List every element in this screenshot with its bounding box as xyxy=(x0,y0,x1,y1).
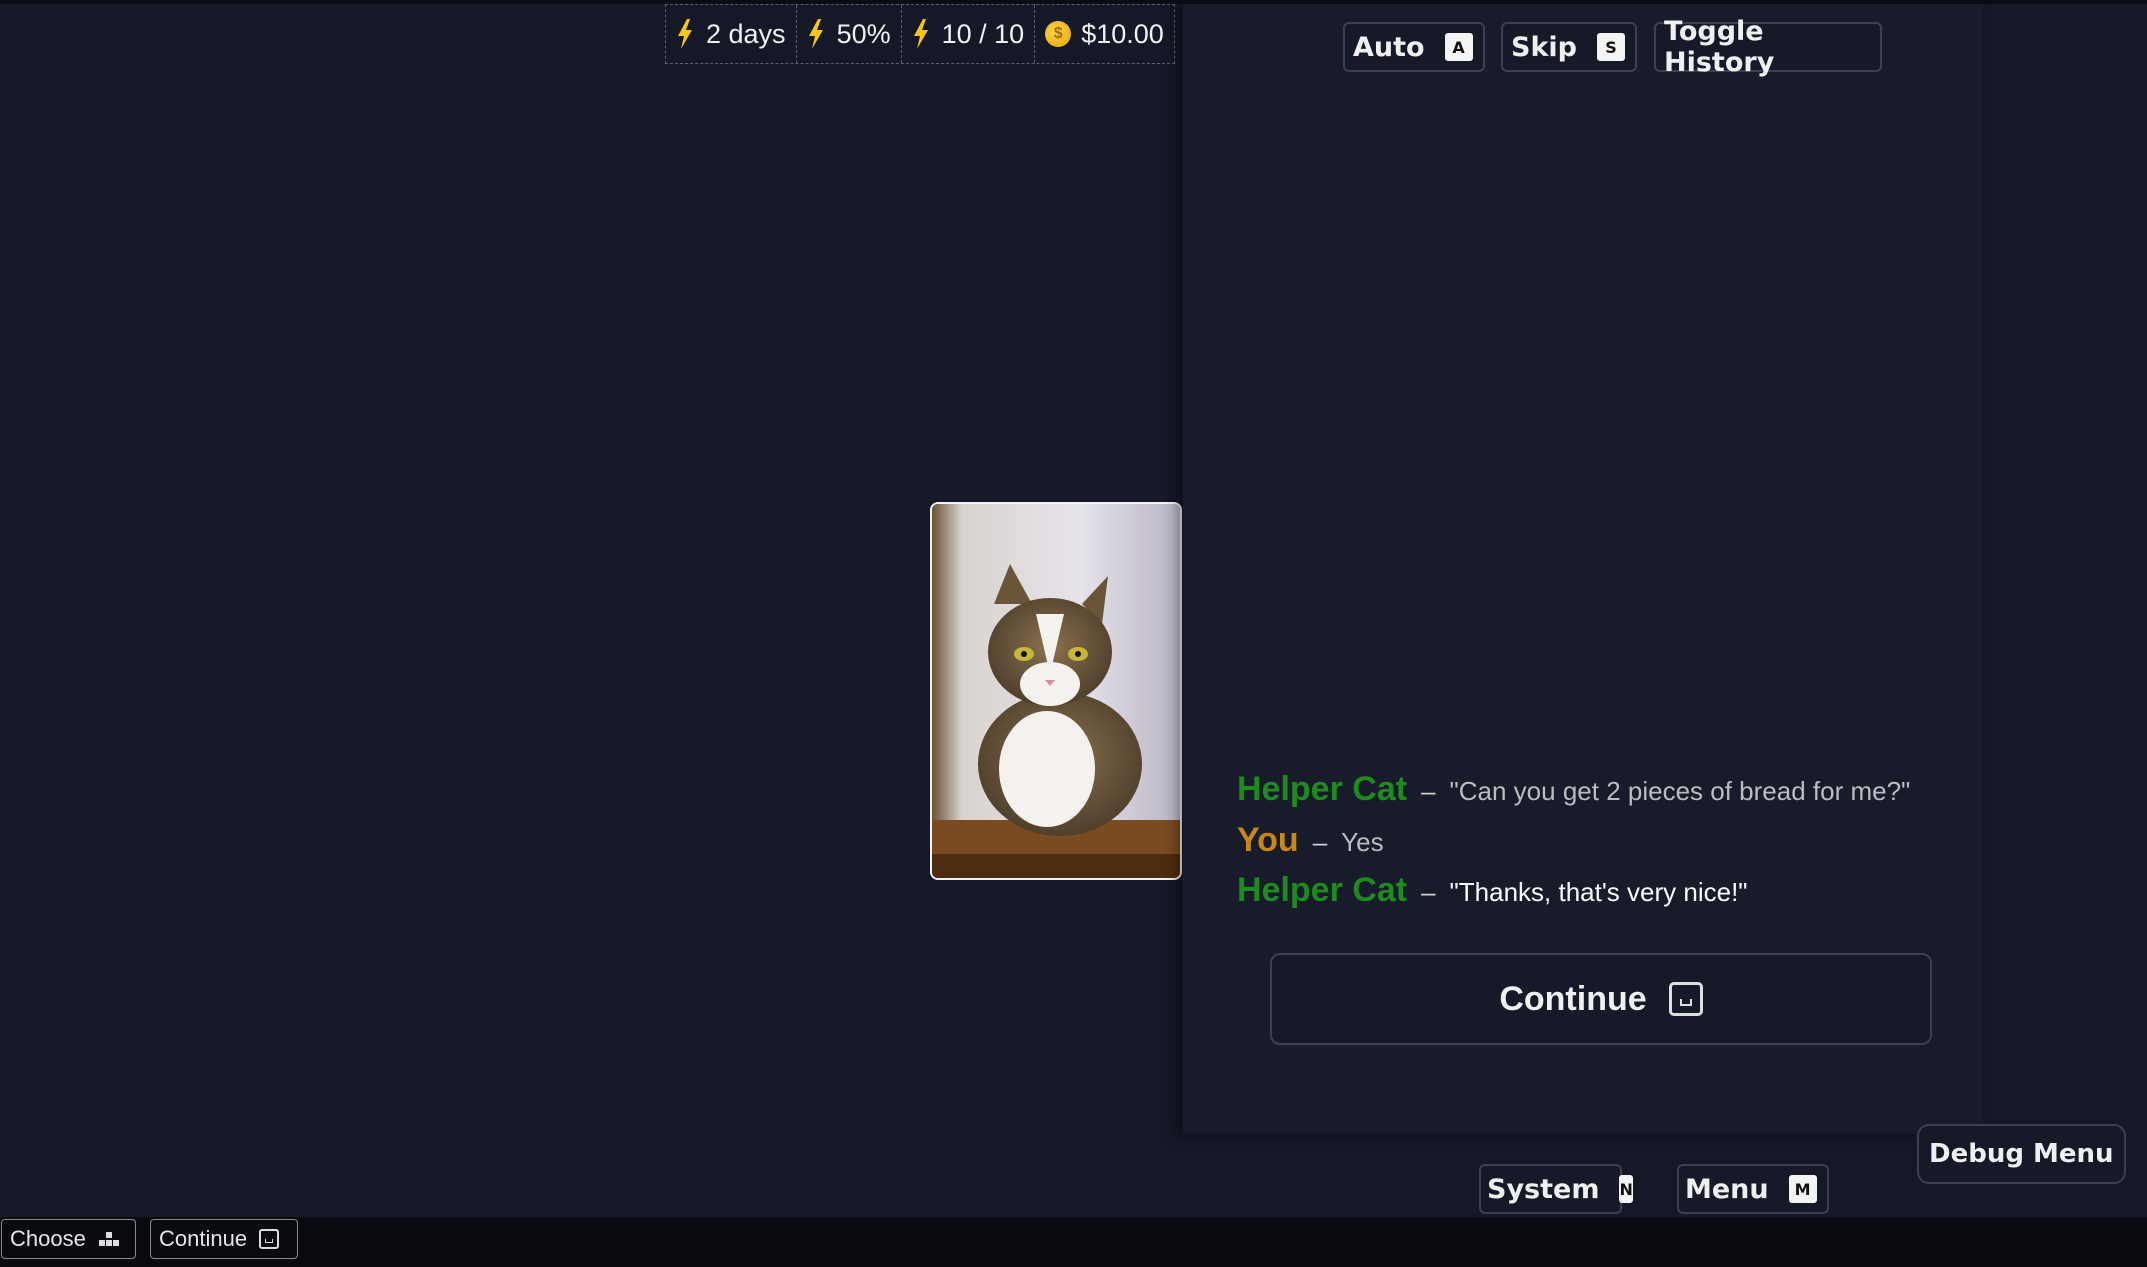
toggle-history-button[interactable]: Toggle History xyxy=(1654,16,1882,78)
stat-energy: 10 / 10 xyxy=(902,5,1036,63)
system-label: System xyxy=(1487,1173,1600,1205)
choose-hint-label: Choose xyxy=(10,1226,86,1251)
cat-icon xyxy=(932,504,1180,878)
skip-label: Skip xyxy=(1511,31,1577,63)
separator: – xyxy=(1312,827,1328,857)
game-stage: 2 days 50% 10 / 10 $ $10.00 Auto A Skip … xyxy=(0,0,2147,1267)
menu-label: Menu xyxy=(1685,1173,1769,1205)
bolt-icon xyxy=(913,19,928,49)
separator: – xyxy=(1421,877,1436,907)
continue-label: Continue xyxy=(1499,979,1647,1018)
menu-button[interactable]: Menu M xyxy=(1677,1164,1829,1214)
choose-hint[interactable]: Choose xyxy=(1,1219,136,1259)
system-key-hint: N xyxy=(1619,1175,1633,1203)
auto-button[interactable]: Auto A xyxy=(1343,22,1485,72)
coin-icon: $ xyxy=(1045,21,1072,47)
debug-menu-label: Debug Menu xyxy=(1929,1139,2114,1169)
hint-bar: Choose Continue xyxy=(0,1217,2147,1267)
continue-button[interactable]: Continue xyxy=(1270,953,1932,1045)
spacebar-icon xyxy=(1668,982,1703,1016)
auto-key-hint: A xyxy=(1444,33,1473,61)
dpad-icon xyxy=(98,1232,119,1246)
dialogue-text: "Thanks, that's very nice!" xyxy=(1449,877,1748,907)
bolt-icon xyxy=(678,19,692,49)
system-button[interactable]: System N xyxy=(1479,1164,1633,1214)
energy-value: 10 / 10 xyxy=(941,18,1025,49)
continue-hint-label: Continue xyxy=(159,1226,248,1251)
stat-money: $ $10.00 xyxy=(1035,5,1174,63)
speaker-name: You xyxy=(1237,821,1299,859)
speaker-name: Helper Cat xyxy=(1237,770,1408,808)
debug-menu-button[interactable]: Debug Menu xyxy=(1917,1124,2126,1184)
dialogue-line: You – Yes xyxy=(1237,821,1384,860)
speaker-name: Helper Cat xyxy=(1237,871,1408,909)
days-value: 2 days xyxy=(706,18,786,49)
bolt-icon xyxy=(808,19,823,49)
separator: – xyxy=(1421,776,1436,806)
spacebar-icon xyxy=(259,1229,280,1249)
dialogue-line: Helper Cat – "Can you get 2 pieces of br… xyxy=(1237,770,1910,809)
money-value: $10.00 xyxy=(1081,18,1164,49)
dialogue-line: Helper Cat – "Thanks, that's very nice!" xyxy=(1237,871,1748,910)
stat-percent: 50% xyxy=(797,5,902,63)
menu-key-hint: M xyxy=(1788,1175,1817,1203)
percent-value: 50% xyxy=(836,18,891,49)
toggle-history-label: Toggle History xyxy=(1664,16,1775,78)
dialogue-text: "Can you get 2 pieces of bread for me?" xyxy=(1449,776,1911,806)
auto-label: Auto xyxy=(1353,31,1425,63)
skip-key-hint: S xyxy=(1596,33,1625,61)
dialogue-text: Yes xyxy=(1341,827,1384,857)
stat-days: 2 days xyxy=(666,5,797,63)
stats-bar: 2 days 50% 10 / 10 $ $10.00 xyxy=(665,4,1175,64)
continue-hint[interactable]: Continue xyxy=(150,1219,298,1259)
cat-portrait xyxy=(930,502,1182,880)
skip-button[interactable]: Skip S xyxy=(1501,22,1637,72)
